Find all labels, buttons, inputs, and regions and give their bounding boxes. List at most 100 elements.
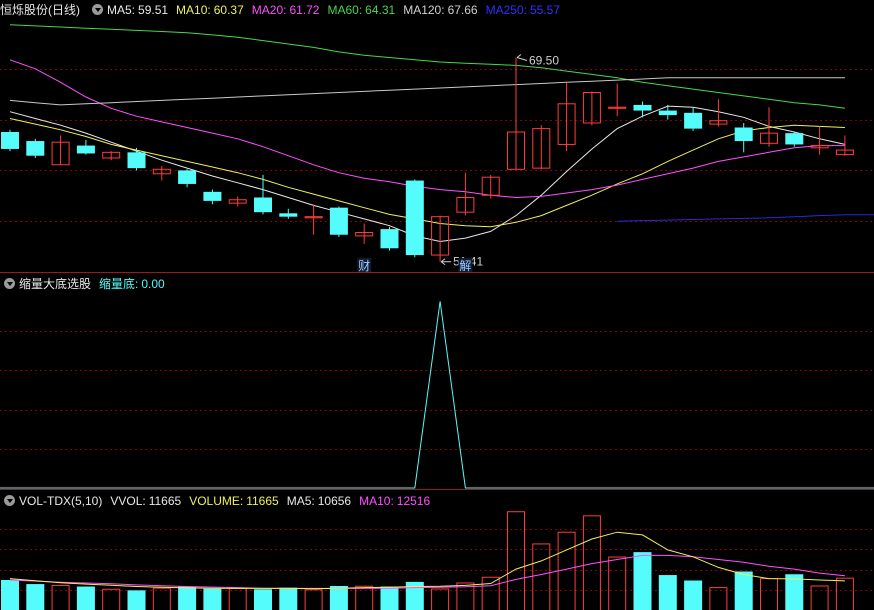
low-arrow [440, 258, 452, 266]
volume-legend-item-value: 12516 [396, 494, 431, 508]
volume-bar [329, 585, 348, 610]
volume-bar [481, 576, 500, 610]
volume-bar [254, 589, 272, 610]
chart-canvas: 69.5051.41财解 [0, 24, 874, 610]
volume-bar [557, 531, 576, 610]
volume-bar [1, 579, 19, 610]
price-legend-item-label: MA5: [107, 3, 136, 17]
candle-body [1, 132, 19, 149]
candle-body [405, 180, 424, 256]
price-legend-item-4: MA120: 67.66 [403, 3, 477, 17]
ma-line-ma120 [9, 77, 845, 106]
volume-bar [152, 587, 171, 610]
volume-bar [608, 556, 627, 610]
volume-bar [127, 590, 146, 610]
price-legend-item-2: MA20: 61.72 [252, 3, 320, 17]
stock-title: 恒烁股份(日线) [0, 3, 80, 17]
volume-legend-item-1: VOLUME: 11665 [189, 494, 279, 508]
volume-bar [507, 511, 525, 610]
candle-body [380, 229, 399, 249]
candle-body [734, 127, 753, 142]
volume-title: VOL-TDX(5,10) [19, 494, 103, 508]
volume-ma10-line [9, 554, 845, 589]
volume-bar [760, 578, 778, 610]
price-legend-item-1: MA10: 60.37 [176, 3, 244, 17]
candle-body [203, 191, 222, 201]
volume-legend-item-2: MA5: 10656 [287, 494, 351, 508]
candle-body [658, 110, 677, 116]
high-arrow [516, 54, 528, 61]
volume-bar [431, 588, 450, 610]
candle-body [633, 104, 652, 111]
price-legend-item-value: 59.51 [138, 3, 169, 17]
price-legend-item-3: MA60: 64.31 [327, 3, 395, 17]
candle-body [127, 152, 146, 169]
price-legend-item-value: 55.57 [529, 3, 560, 17]
volume-bar [102, 588, 121, 610]
volume-bar [178, 586, 197, 610]
volume-legend-item-value: 11665 [148, 494, 182, 508]
price-legend-item-label: MA10: [176, 3, 211, 17]
ma-line-ma60 [9, 24, 845, 109]
volume-bar [304, 589, 323, 610]
candle-body [329, 207, 348, 235]
price-legend: MA5: 59.51 MA10: 60.37 MA20: 61.72 MA60: 64.31 M… [107, 3, 568, 17]
price-legend-item-value: 64.31 [365, 3, 396, 17]
price-legend-item-label: MA60: [327, 3, 363, 17]
volume-ma5-line [9, 531, 845, 590]
price-legend-item-5: MA250: 55.57 [486, 3, 560, 17]
volume-bar [279, 587, 298, 610]
volume-bar [355, 585, 374, 610]
candle-body [279, 213, 298, 217]
ma-line-ma10 [9, 118, 845, 228]
volume-bar [228, 587, 247, 610]
price-legend-item-label: MA250: [485, 3, 527, 17]
price-legend-item-value: 61.72 [289, 3, 320, 17]
candle-body [178, 170, 197, 184]
candle-body [254, 197, 272, 213]
ma-line-ma20 [9, 59, 845, 199]
price-legend-item-label: MA20: [251, 3, 287, 17]
price-panel-header: 恒烁股份(日线) MA5: 59.51 MA10: 60.37 MA20: 61.72 MA6… [0, 1, 576, 19]
volume-panel-header: VOL-TDX(5,10) VVOL: 11665 VOLUME: 11665 MA5: 1… [0, 492, 446, 510]
volume-bar [684, 580, 703, 610]
volume-bar [76, 586, 95, 610]
indicator-legend: 缩量底: 0.00 [99, 277, 173, 291]
volume-bar [203, 588, 222, 610]
volume-legend-item-label: MA5: [286, 494, 315, 508]
volume-bar [51, 584, 70, 610]
volume-bar [633, 552, 652, 610]
collapse-icon[interactable] [4, 495, 15, 506]
indicator-legend-item-0: 缩量底: 0.00 [99, 277, 165, 291]
volume-bar [709, 587, 728, 610]
candle-body [26, 141, 45, 156]
ma-line-ma250 [617, 214, 874, 222]
price-legend-item-value: 67.66 [447, 3, 478, 17]
candle-body [785, 133, 804, 145]
volume-legend-item-3: MA10: 12516 [359, 494, 430, 508]
volume-legend: VVOL: 11665 VOLUME: 11665 MA5: 10656 MA10: 1251… [110, 494, 438, 508]
volume-legend-item-label: VVOL: [110, 494, 146, 508]
indicator-legend-item-label: 缩量底: [99, 277, 139, 291]
volume-bar [26, 584, 45, 610]
price-legend-item-label: MA120: [403, 3, 445, 17]
collapse-icon[interactable] [4, 278, 15, 289]
volume-legend-item-label: MA10: [359, 494, 394, 508]
volume-bar [835, 577, 854, 610]
indicator-title: 缩量大底选股 [19, 277, 92, 291]
candle-body [76, 145, 95, 154]
volume-legend-item-0: VVOL: 11665 [110, 494, 181, 508]
volume-bar [734, 571, 753, 610]
price-legend-item-value: 60.37 [213, 3, 244, 17]
volume-bar [532, 543, 551, 610]
volume-legend-item-label: VOLUME: [189, 494, 244, 508]
volume-bar [810, 585, 829, 610]
indicator-panel-header: 缩量大底选股 缩量底: 0.00 [0, 275, 181, 293]
volume-legend-item-value: 10656 [317, 494, 352, 508]
high-label: 69.50 [529, 54, 559, 68]
indicator-legend-item-value: 0.00 [141, 277, 165, 291]
collapse-icon[interactable] [92, 4, 103, 15]
event-marker: 解 [459, 259, 471, 273]
indicator-line [0, 301, 874, 489]
event-marker: 财 [358, 259, 370, 273]
